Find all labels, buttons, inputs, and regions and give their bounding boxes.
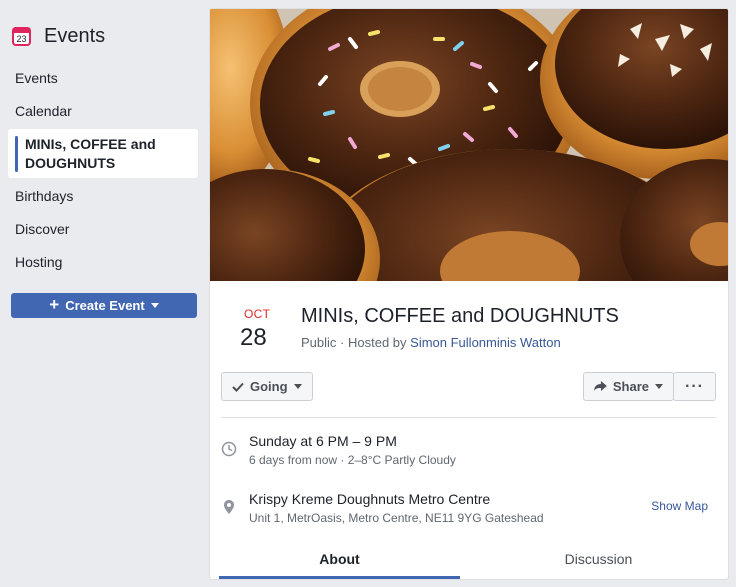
event-time: Sunday at 6 PM – 9 PM — [249, 433, 397, 449]
event-privacy: Public — [301, 335, 337, 350]
sidebar-item-hosting[interactable]: Hosting — [15, 254, 62, 270]
event-subtitle: Public · Hosted by Simon Fullonminis Wat… — [301, 335, 561, 350]
event-time-detail: 6 days from now · 2–8°C Partly Cloudy — [249, 453, 456, 467]
cover-photo[interactable] — [210, 9, 728, 281]
event-date-month: OCT — [244, 307, 271, 321]
sidebar-header: 23 Events — [12, 22, 105, 50]
hosted-by-label: Hosted by — [347, 335, 407, 350]
calendar-icon: 23 — [12, 26, 31, 46]
location-name: Krispy Kreme Doughnuts Metro Centre — [249, 491, 491, 507]
share-label: Share — [612, 379, 649, 394]
tab-discussion[interactable]: Discussion — [478, 539, 719, 579]
share-arrow-icon — [594, 381, 607, 391]
going-button[interactable]: Going — [221, 372, 313, 401]
chevron-down-icon — [293, 384, 302, 389]
location-pin-icon — [224, 500, 234, 514]
event-date-day: 28 — [240, 324, 267, 351]
sidebar-item-birthdays[interactable]: Birthdays — [15, 188, 73, 204]
location-address: Unit 1, MetrOasis, Metro Centre, NE11 9Y… — [249, 511, 544, 525]
clock-icon — [221, 441, 237, 457]
create-event-label: Create Event — [65, 298, 145, 313]
doughnuts-photo — [210, 9, 728, 281]
chevron-down-icon — [655, 384, 663, 389]
plus-icon: + — [49, 295, 60, 314]
event-title: MINIs, COFFEE and DOUGHNUTS — [301, 305, 619, 327]
more-icon: ··· — [685, 377, 704, 395]
calendar-day: 23 — [16, 33, 27, 44]
event-time-row: Sunday at 6 PM – 9 PM 6 days from now · … — [221, 431, 716, 471]
share-button[interactable]: Share — [583, 372, 674, 401]
going-label: Going — [250, 379, 288, 394]
sidebar-item-current-event[interactable]: MINIs, COFFEE and DOUGHNUTS — [8, 129, 198, 178]
create-event-button[interactable]: + Create Event — [11, 293, 197, 318]
host-link[interactable]: Simon Fullonminis Watton — [410, 335, 561, 350]
sidebar-item-events[interactable]: Events — [15, 70, 58, 86]
chevron-down-icon — [150, 303, 159, 308]
divider — [221, 417, 716, 418]
event-card: OCT 28 MINIs, COFFEE and DOUGHNUTS Publi… — [209, 8, 729, 580]
sidebar-item-calendar[interactable]: Calendar — [15, 103, 72, 119]
more-options-button[interactable]: ··· — [673, 372, 716, 401]
event-location-row[interactable]: Krispy Kreme Doughnuts Metro Centre Unit… — [221, 489, 716, 529]
checkmark-icon — [232, 382, 244, 392]
sidebar-title: Events — [44, 24, 106, 47]
tab-about[interactable]: About — [219, 539, 460, 579]
show-map-link[interactable]: Show Map — [651, 499, 708, 513]
sidebar-item-discover[interactable]: Discover — [15, 221, 69, 237]
sidebar: 23 Events Events Calendar MINIs, COFFEE … — [0, 0, 210, 587]
